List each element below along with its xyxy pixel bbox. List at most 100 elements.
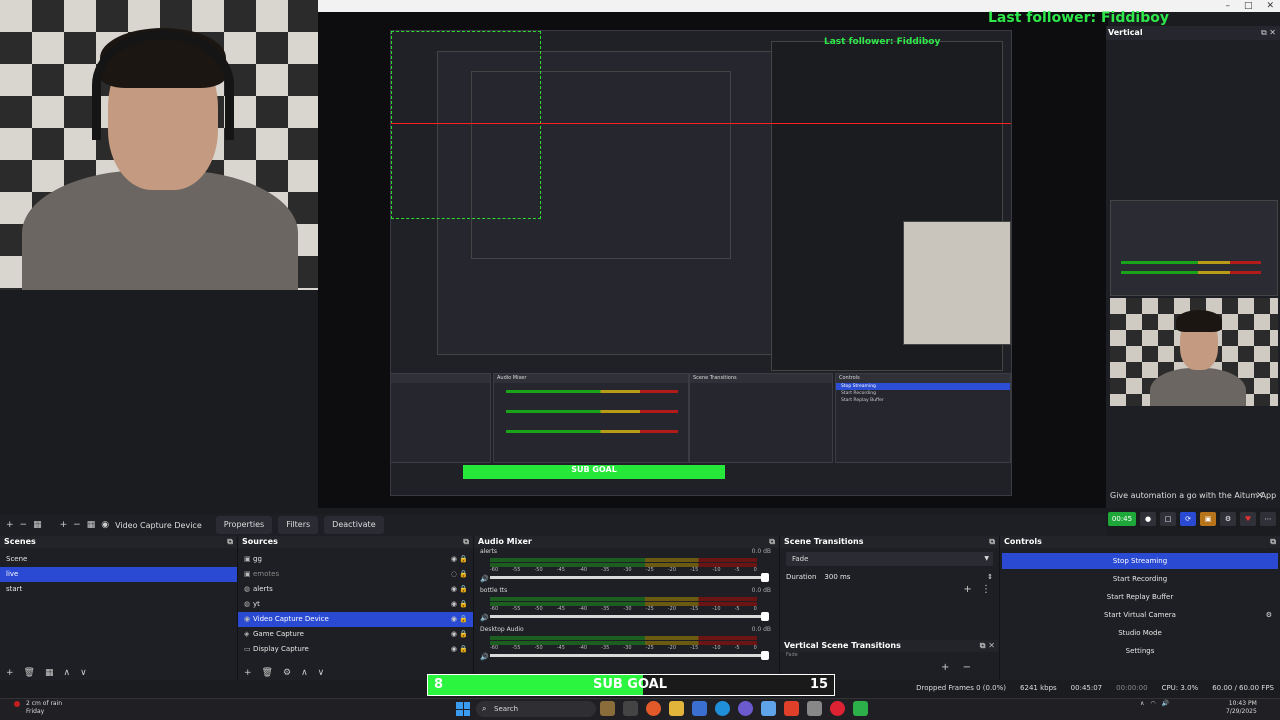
source-item[interactable]: ▣ gg ◉ 🔒: [238, 552, 473, 567]
vertical-menu-icon[interactable]: ⋯: [1260, 512, 1276, 526]
speaker-icon[interactable]: 🔊: [1162, 700, 1169, 707]
add-icon[interactable]: +: [963, 584, 971, 595]
app-icon[interactable]: [853, 701, 868, 716]
add-icon[interactable]: +: [6, 668, 14, 678]
filter-scene-icon[interactable]: ▦: [33, 520, 42, 530]
source-filter-icon[interactable]: ▦: [87, 520, 96, 530]
lock-icon[interactable]: 🔒: [459, 642, 468, 657]
lock-icon[interactable]: 🔒: [459, 552, 468, 567]
move-down-icon[interactable]: ∨: [318, 668, 325, 678]
folder-icon[interactable]: [669, 701, 684, 716]
source-item[interactable]: ◍ alerts ◉ 🔒: [238, 582, 473, 597]
duration-input[interactable]: 300 ms: [824, 573, 987, 581]
stepper-icon[interactable]: ⇕: [987, 573, 993, 581]
source-item[interactable]: ◈ Game Capture ◉ 🔒: [238, 627, 473, 642]
filter-icon[interactable]: ▦: [45, 668, 54, 678]
eye-icon[interactable]: ◉: [451, 552, 457, 567]
menu-icon[interactable]: ⋮: [981, 584, 991, 595]
move-down-icon[interactable]: ∨: [80, 668, 87, 678]
speaker-icon[interactable]: 🔊: [480, 614, 489, 622]
lock-icon[interactable]: 🔒: [459, 582, 468, 597]
remove-icon[interactable]: −: [963, 662, 971, 673]
float-icon[interactable]: ⧉: [463, 536, 469, 548]
eye-icon[interactable]: ◉: [451, 627, 457, 642]
move-up-icon[interactable]: ∧: [301, 668, 308, 678]
properties-button[interactable]: Properties: [215, 516, 273, 534]
chevron-up-icon[interactable]: ∧: [1140, 700, 1144, 707]
discord-icon[interactable]: [738, 701, 753, 716]
source-item[interactable]: ◉ Video Capture Device ◉ 🔒: [238, 612, 473, 627]
float-icon[interactable]: ⧉: [227, 536, 233, 548]
remove-source-icon[interactable]: −: [73, 520, 81, 530]
speaker-icon[interactable]: 🔊: [480, 653, 489, 661]
store-icon[interactable]: [692, 701, 707, 716]
source-item[interactable]: ▣ emotes ◌ 🔒: [238, 567, 473, 582]
eye-icon[interactable]: ◉: [451, 582, 457, 597]
scene-item[interactable]: Scene: [0, 552, 237, 567]
telegram-icon[interactable]: [761, 701, 776, 716]
brave-icon[interactable]: [784, 701, 799, 716]
wifi-icon[interactable]: ◠: [1150, 700, 1155, 707]
float-icon[interactable]: ⧉: [1270, 536, 1276, 548]
volume-slider[interactable]: [490, 612, 769, 621]
float-icon[interactable]: ⧉: [1261, 28, 1267, 37]
close-icon[interactable]: ✕: [1269, 28, 1276, 37]
gear-icon[interactable]: ⚙: [283, 668, 291, 678]
start-replay-buffer-button[interactable]: Start Replay Buffer: [1002, 589, 1278, 605]
source-item[interactable]: ▭ Display Capture ◉ 🔒: [238, 642, 473, 657]
float-icon[interactable]: ⧉: [989, 536, 995, 548]
lock-icon[interactable]: 🔒: [459, 597, 468, 612]
lock-icon[interactable]: 🔒: [459, 612, 468, 627]
transition-select[interactable]: Fade ▼: [786, 552, 993, 566]
browser-icon[interactable]: [646, 701, 661, 716]
add-icon[interactable]: +: [941, 662, 949, 673]
weather-widget[interactable]: 2 cm of rain Friday: [26, 700, 62, 716]
obs-icon[interactable]: [830, 701, 845, 716]
lock-icon[interactable]: 🔒: [459, 627, 468, 642]
preview-canvas[interactable]: Sources Audio Mixer Scene Transitions Co…: [390, 30, 1012, 496]
vertical-replay-button[interactable]: ⟳: [1180, 512, 1196, 526]
remove-scene-icon[interactable]: −: [20, 520, 28, 530]
lock-icon[interactable]: 🔒: [459, 567, 468, 582]
scene-item[interactable]: start: [0, 582, 237, 597]
gear-icon[interactable]: ⚙: [1266, 607, 1272, 623]
vertical-settings-icon[interactable]: ⚙: [1220, 512, 1236, 526]
minimize-icon[interactable]: –: [1225, 0, 1230, 12]
studio-mode-button[interactable]: Studio Mode: [1002, 625, 1278, 641]
source-item[interactable]: ◍ yt ◉ 🔒: [238, 597, 473, 612]
trash-icon[interactable]: 🗑: [24, 668, 35, 678]
volume-slider[interactable]: [490, 573, 769, 582]
eye-icon[interactable]: ◉: [451, 612, 457, 627]
filters-button[interactable]: Filters: [278, 516, 319, 534]
deactivate-button[interactable]: Deactivate: [324, 516, 384, 534]
trash-icon[interactable]: 🗑: [262, 668, 273, 678]
close-icon[interactable]: ⧉ ✕: [980, 640, 995, 652]
move-up-icon[interactable]: ∧: [64, 668, 71, 678]
start-recording-button[interactable]: Start Recording: [1002, 571, 1278, 587]
vertical-backtrack-button[interactable]: ▣: [1200, 512, 1216, 526]
windows-start-icon[interactable]: [456, 702, 470, 716]
vertical-live-button[interactable]: 00:45: [1108, 512, 1136, 526]
eye-icon[interactable]: ◉: [451, 642, 457, 657]
notice-close-icon[interactable]: ✕: [1256, 491, 1264, 501]
eye-hidden-icon[interactable]: ◌: [451, 567, 457, 582]
vertical-transition-select[interactable]: Fade: [780, 652, 999, 662]
vertical-record-button[interactable]: ●: [1140, 512, 1156, 526]
add-source-icon[interactable]: +: [60, 520, 68, 530]
vertical-chat-icon[interactable]: ♥: [1240, 512, 1256, 526]
app-icon[interactable]: [600, 701, 615, 716]
add-icon[interactable]: +: [244, 668, 252, 678]
start-virtual-camera-button[interactable]: Start Virtual Camera ⚙: [1002, 607, 1278, 623]
add-scene-icon[interactable]: +: [6, 520, 14, 530]
app-icon[interactable]: [623, 701, 638, 716]
edge-icon[interactable]: [715, 701, 730, 716]
taskbar-clock[interactable]: 10:43 PM 7/29/2025: [1226, 700, 1257, 716]
maximize-icon[interactable]: □: [1244, 0, 1253, 12]
volume-slider[interactable]: [490, 651, 769, 660]
close-icon[interactable]: ✕: [1266, 0, 1274, 12]
speaker-icon[interactable]: 🔊: [480, 575, 489, 583]
float-icon[interactable]: ⧉: [769, 536, 775, 548]
settings-icon[interactable]: [807, 701, 822, 716]
scene-item[interactable]: live: [0, 567, 237, 582]
eye-icon[interactable]: ◉: [451, 597, 457, 612]
